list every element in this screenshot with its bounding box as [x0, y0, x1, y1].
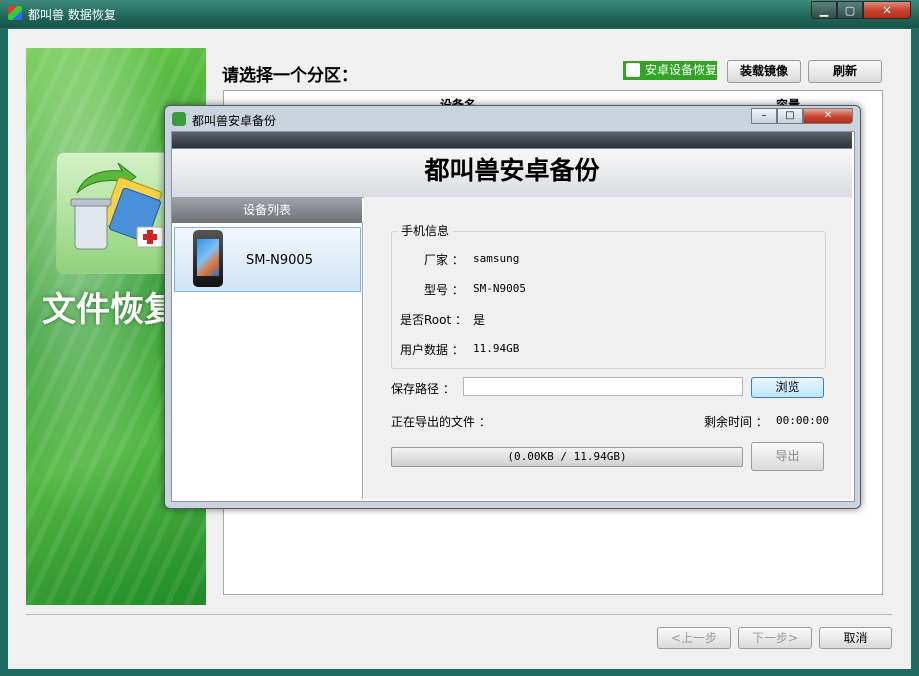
dialog-header-strip	[172, 132, 852, 148]
close-button[interactable]: ✕	[863, 1, 911, 19]
dialog-title: 都叫兽安卓备份	[192, 114, 277, 128]
model-label: 型号 ：	[424, 283, 464, 297]
app-icon	[8, 6, 22, 20]
file-recovery-icon	[56, 152, 178, 274]
window-title: 都叫兽 数据恢复	[28, 8, 116, 22]
android-recover-label: 安卓设备恢复	[645, 63, 718, 77]
phone-screen	[197, 239, 219, 276]
root-label: 是否Root ：	[400, 313, 468, 327]
maximize-button[interactable]: ▢	[837, 1, 863, 19]
user-data-value: 11.94GB	[473, 342, 520, 355]
phone-info-legend: 手机信息	[397, 222, 454, 239]
android-icon	[626, 63, 640, 77]
exporting-file-label: 正在导出的文件 ：	[391, 415, 491, 429]
dialog-heading: 都叫兽安卓备份	[424, 156, 600, 185]
browse-button[interactable]: 浏览	[751, 377, 824, 398]
select-partition-title: 请选择一个分区：	[222, 66, 358, 86]
manufacturer-value: samsung	[473, 252, 520, 265]
footer-divider	[26, 614, 892, 615]
dialog-app-icon	[172, 112, 186, 126]
window-titlebar: 都叫兽 数据恢复 ▁ ▢ ✕	[0, 0, 919, 28]
dialog-maximize-button[interactable]: □	[777, 108, 803, 124]
model-value: SM-N9005	[473, 282, 526, 295]
next-step-button[interactable]: 下一步>	[738, 627, 812, 649]
save-path-input[interactable]	[463, 377, 743, 396]
prev-step-button[interactable]: <上一步	[657, 627, 731, 649]
export-button[interactable]: 导出	[751, 442, 824, 471]
save-path-label: 保存路径 ：	[391, 382, 455, 396]
user-data-label: 用户数据 ：	[400, 343, 464, 357]
dialog-close-button[interactable]: ✕	[803, 108, 853, 124]
mount-image-button[interactable]: 装载镜像	[727, 60, 801, 83]
android-recover-button[interactable]: 安卓设备恢复	[623, 61, 717, 80]
minimize-button[interactable]: ▁	[811, 1, 837, 19]
device-list-header: 设备列表	[172, 198, 362, 223]
export-progress-bar: (0.00KB / 11.94GB)	[391, 447, 743, 467]
remaining-time-label: 剩余时间 ：	[704, 415, 768, 429]
manufacturer-label: 厂家 ：	[424, 253, 464, 267]
remaining-time-value: 00:00:00	[776, 414, 829, 427]
refresh-button[interactable]: 刷新	[808, 60, 882, 83]
device-name: SM-N9005	[246, 253, 313, 268]
root-value: 是	[473, 313, 486, 327]
cancel-button[interactable]: 取消	[819, 627, 892, 649]
dialog-minimize-button[interactable]: –	[751, 108, 777, 124]
